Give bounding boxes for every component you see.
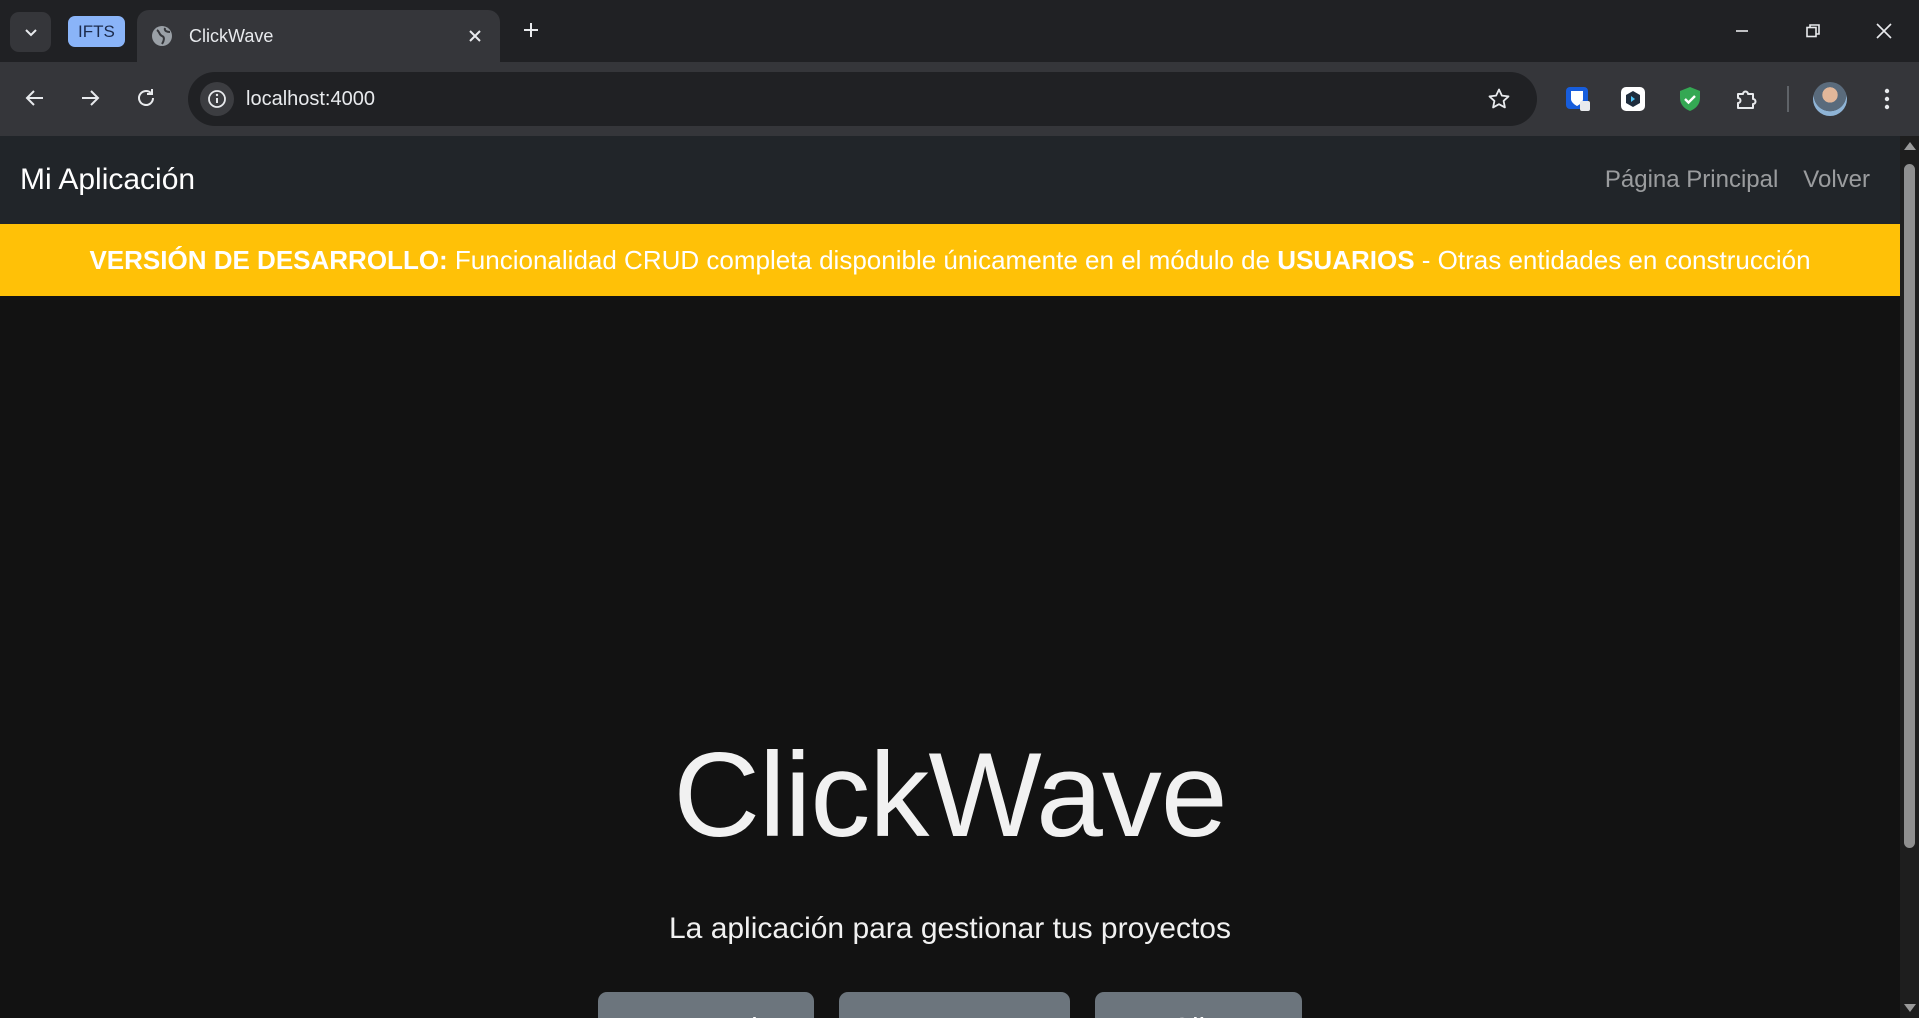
nav-link-home[interactable]: Página Principal (1605, 166, 1778, 194)
dev-version-banner: VERSIÓN DE DESARROLLO: Funcionalidad CRU… (0, 224, 1900, 296)
plus-icon (524, 23, 538, 37)
reload-icon (138, 89, 154, 106)
hero-button-row: Ir a Usuarios Ir a Proyectos Ir a Client… (0, 992, 1900, 1018)
app-navbar: Mi Aplicación Página Principal Volver (0, 136, 1900, 224)
more-vertical-icon (1884, 88, 1890, 110)
bitwarden-icon (1566, 87, 1590, 111)
browser-toolbar: localhost:4000 (0, 62, 1919, 136)
close-icon (469, 30, 481, 42)
tab-group-chip[interactable]: IFTS (68, 16, 125, 47)
scrollbar-thumb[interactable] (1904, 164, 1915, 848)
extensions-menu-button[interactable] (1729, 81, 1765, 117)
minimize-button[interactable] (1714, 8, 1770, 54)
browser-tabstrip: IFTS ClickWave (0, 0, 1919, 62)
minimize-icon (1736, 30, 1748, 32)
nav-link-back[interactable]: Volver (1803, 166, 1870, 194)
info-icon (208, 90, 226, 108)
banner-module-name: USUARIOS (1277, 244, 1415, 275)
close-window-button[interactable] (1856, 8, 1912, 54)
banner-text: Funcionalidad CRUD completa disponible ú… (447, 244, 1278, 275)
arrow-left-icon (25, 90, 43, 106)
hero-subtitle: La aplicación para gestionar tus proyect… (668, 912, 1231, 945)
hero-title: ClickWave (673, 728, 1227, 862)
extension-devtools[interactable] (1615, 81, 1651, 117)
forward-button[interactable] (70, 78, 110, 118)
go-to-clients-button[interactable]: Ir a Clientes (1095, 992, 1303, 1018)
tab-clickwave[interactable]: ClickWave (137, 10, 500, 62)
close-icon (1876, 23, 1892, 39)
url-text[interactable]: localhost:4000 (246, 72, 375, 126)
devtools-extension-icon (1621, 87, 1645, 111)
site-info-button[interactable] (200, 82, 234, 116)
restore-button[interactable] (1785, 8, 1841, 54)
bookmark-button[interactable] (1485, 85, 1513, 113)
arrow-right-icon (82, 90, 100, 106)
banner-suffix: - Otras entidades en construcción (1414, 244, 1811, 275)
page-viewport: Mi Aplicación Página Principal Volver VE… (0, 136, 1900, 1018)
restore-icon (1806, 24, 1820, 38)
tab-search-button[interactable] (10, 12, 51, 52)
address-bar[interactable]: localhost:4000 (188, 72, 1537, 126)
profile-avatar[interactable] (1813, 82, 1847, 116)
scroll-down-arrow-icon[interactable] (1904, 1004, 1916, 1012)
navbar-brand[interactable]: Mi Aplicación (20, 136, 195, 224)
puzzle-icon (1737, 90, 1757, 109)
extension-shield[interactable] (1672, 81, 1708, 117)
chevron-down-icon (24, 29, 37, 37)
scroll-up-arrow-icon[interactable] (1904, 142, 1916, 150)
go-to-users-button[interactable]: Ir a Usuarios (597, 992, 815, 1018)
browser-menu-button[interactable] (1873, 82, 1901, 116)
tab-title: ClickWave (189, 25, 274, 46)
toolbar-divider (1787, 86, 1789, 112)
banner-bold-prefix: VERSIÓN DE DESARROLLO: (89, 244, 448, 275)
page-scrollbar[interactable] (1900, 136, 1919, 1018)
extension-bitwarden[interactable] (1560, 81, 1596, 117)
navbar-links: Página Principal Volver (1605, 136, 1870, 224)
reload-button[interactable] (126, 78, 166, 118)
new-tab-button[interactable] (516, 15, 546, 45)
tab-close-button[interactable] (462, 23, 488, 49)
globe-icon (152, 26, 172, 46)
star-icon (1488, 88, 1510, 109)
go-to-projects-button[interactable]: Ir a Proyectos (839, 992, 1071, 1018)
back-button[interactable] (15, 78, 55, 118)
hero-section: ClickWave La aplicación para gestionar t… (0, 296, 1900, 1018)
shield-check-icon (1680, 87, 1700, 111)
